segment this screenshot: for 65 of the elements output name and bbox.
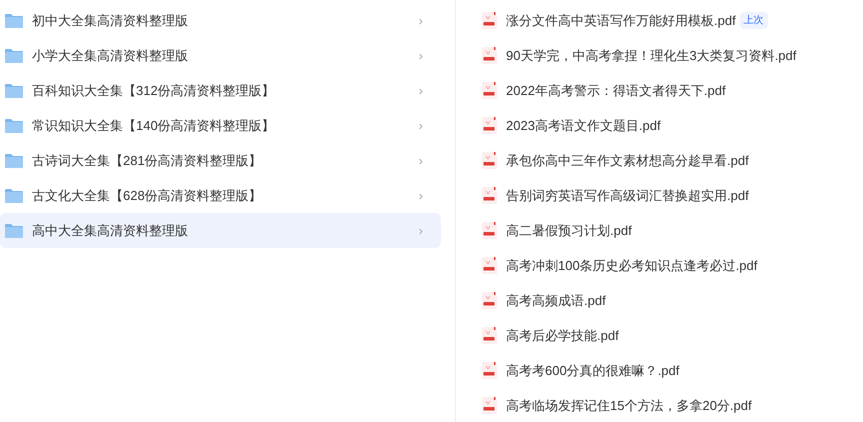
folder-row[interactable]: 百科知识大全集【312份高清资料整理版】 › (0, 73, 441, 108)
folder-row[interactable]: 古诗词大全集【281份高清资料整理版】 › (0, 143, 441, 178)
folder-icon (5, 223, 23, 238)
file-row[interactable]: 2023高考语文作文题目.pdf (482, 108, 796, 143)
file-name: 90天学完，中高考拿捏！理化生3大类复习资料.pdf (506, 46, 796, 65)
file-name: 涨分文件高中英语写作万能好用模板.pdf (506, 12, 736, 30)
pdf-file-icon (482, 152, 497, 169)
folder-name: 常识知识大全集【140份高清资料整理版】 (32, 116, 275, 135)
pdf-file-icon (482, 82, 497, 99)
chevron-icon: › (418, 116, 423, 136)
file-row[interactable]: 高考高频成语.pdf (482, 283, 796, 318)
chevron-icon: › (418, 46, 423, 66)
file-row[interactable]: 高考考600分真的很难嘛？.pdf (482, 353, 796, 388)
pdf-file-icon (482, 117, 497, 134)
file-name: 承包你高中三年作文素材想高分趁早看.pdf (506, 152, 749, 170)
folder-name: 古诗词大全集【281份高清资料整理版】 (32, 152, 262, 170)
pdf-file-icon (482, 187, 497, 204)
folder-icon (5, 118, 23, 133)
file-name: 高考考600分真的很难嘛？.pdf (506, 362, 680, 380)
chevron-icon: › (418, 150, 423, 170)
file-row[interactable]: 90天学完，中高考拿捏！理化生3大类复习资料.pdf (482, 38, 796, 73)
pdf-file-icon (482, 47, 497, 64)
last-opened-badge: 上次 (740, 12, 768, 29)
file-row[interactable]: 涨分文件高中英语写作万能好用模板.pdf 上次 (482, 3, 796, 38)
chevron-icon: › (418, 10, 423, 30)
folder-row[interactable]: 常识知识大全集【140份高清资料整理版】 › (0, 108, 441, 143)
pdf-file-icon (482, 12, 497, 29)
pdf-file-icon (482, 257, 497, 274)
folder-name: 初中大全集高清资料整理版 (32, 12, 188, 30)
file-row[interactable]: 高考冲刺100条历史必考知识点逢考必过.pdf (482, 248, 796, 283)
file-name: 高考高频成语.pdf (506, 292, 606, 310)
file-name: 高考临场发挥记住15个方法，多拿20分.pdf (506, 396, 752, 415)
file-row[interactable]: 高考后必学技能.pdf (482, 318, 796, 353)
chevron-icon: › (418, 80, 423, 100)
folder-row[interactable]: 高中大全集高清资料整理版 › (0, 213, 441, 248)
file-name: 高考后必学技能.pdf (506, 326, 619, 345)
pdf-file-icon (482, 397, 497, 414)
folder-icon (5, 153, 23, 168)
pdf-file-icon (482, 292, 497, 309)
file-name: 高考冲刺100条历史必考知识点逢考必过.pdf (506, 256, 758, 275)
file-name: 2022年高考警示：得语文者得天下.pdf (506, 82, 726, 100)
pdf-file-icon (482, 362, 497, 379)
file-row[interactable]: 承包你高中三年作文素材想高分趁早看.pdf (482, 143, 796, 178)
folder-row[interactable]: 初中大全集高清资料整理版 › (0, 3, 441, 38)
pdf-file-icon (482, 222, 497, 239)
folder-row[interactable]: 小学大全集高清资料整理版 › (0, 38, 441, 73)
folder-row[interactable]: 古文化大全集【628份高清资料整理版】 › (0, 178, 441, 213)
file-row[interactable]: 告别词穷英语写作高级词汇替换超实用.pdf (482, 178, 796, 213)
folder-icon (5, 83, 23, 98)
file-name: 告别词穷英语写作高级词汇替换超实用.pdf (506, 186, 749, 205)
file-name: 2023高考语文作文题目.pdf (506, 116, 661, 135)
folder-name: 百科知识大全集【312份高清资料整理版】 (32, 82, 275, 100)
file-row[interactable]: 高二暑假预习计划.pdf (482, 213, 796, 248)
file-row[interactable]: 2022年高考警示：得语文者得天下.pdf (482, 73, 796, 108)
chevron-icon: › (418, 186, 423, 206)
folder-icon (5, 48, 23, 63)
folder-icon (5, 188, 23, 203)
folder-icon (5, 13, 23, 28)
folder-name: 高中大全集高清资料整理版 (32, 222, 188, 240)
folder-name: 小学大全集高清资料整理版 (32, 46, 188, 65)
folder-name: 古文化大全集【628份高清资料整理版】 (32, 186, 262, 205)
chevron-icon: › (418, 220, 423, 240)
file-name: 高二暑假预习计划.pdf (506, 222, 632, 240)
file-row[interactable]: 高考临场发挥记住15个方法，多拿20分.pdf (482, 388, 796, 422)
pdf-file-icon (482, 327, 497, 344)
